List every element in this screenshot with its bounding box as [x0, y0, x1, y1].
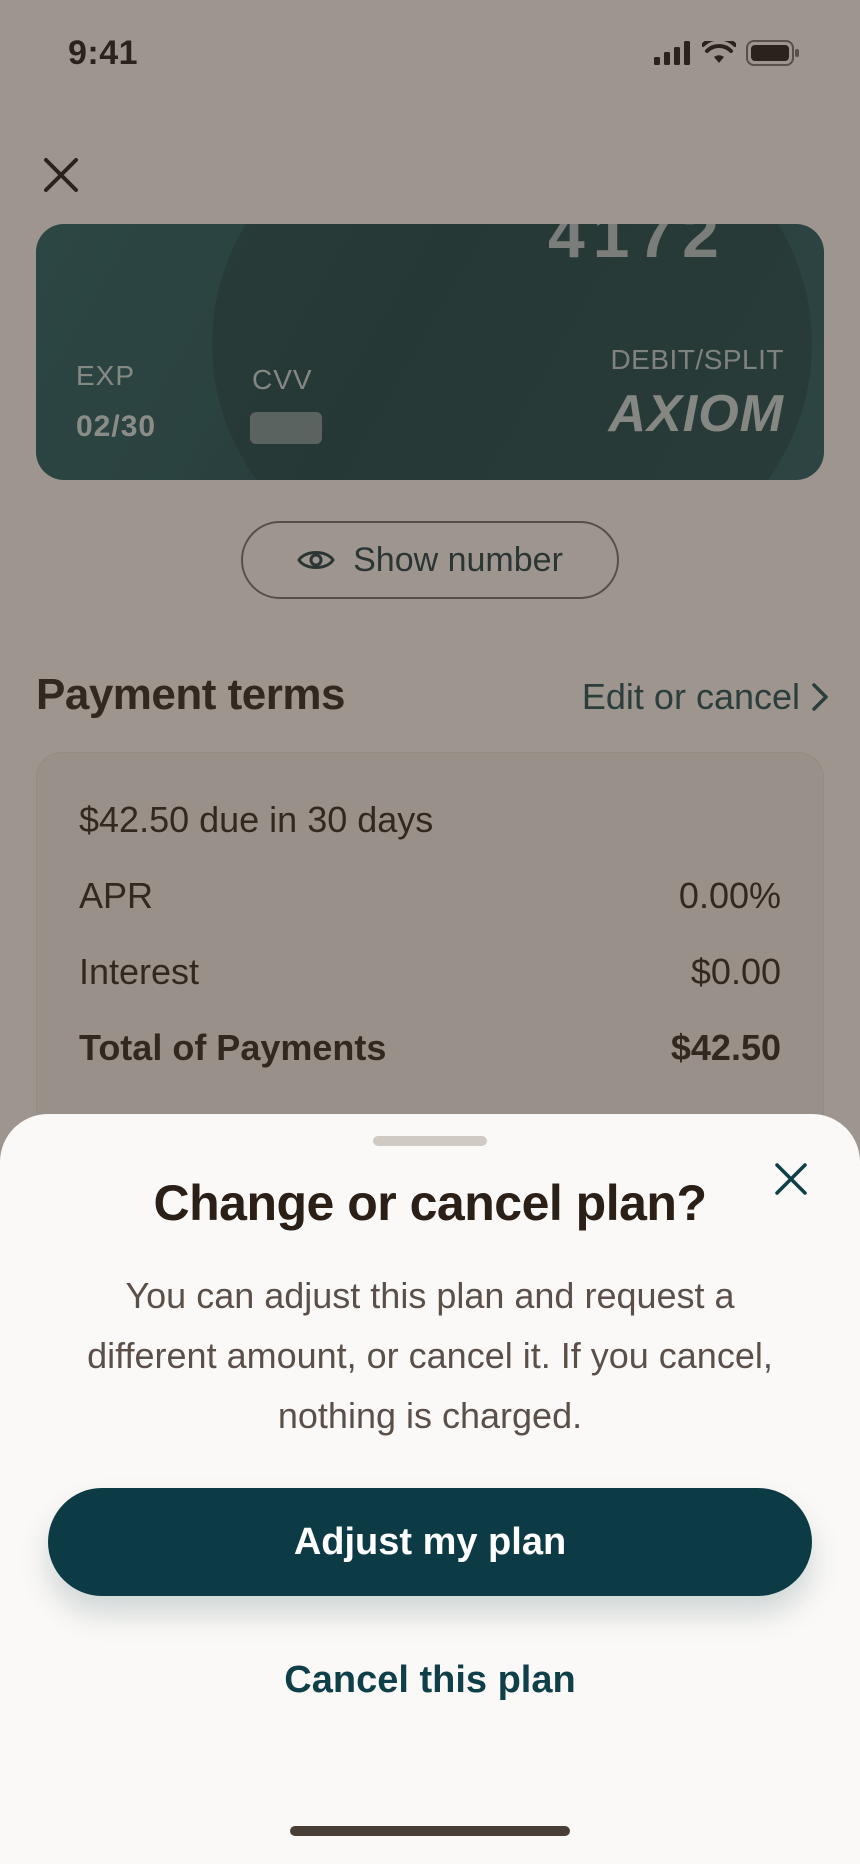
- sheet-body-text: You can adjust this plan and request a d…: [87, 1275, 773, 1436]
- cancel-plan-button[interactable]: Cancel this plan: [230, 1640, 630, 1720]
- adjust-plan-button[interactable]: Adjust my plan: [48, 1488, 812, 1596]
- change-cancel-sheet: Change or cancel plan? You can adjust th…: [0, 1114, 860, 1864]
- sheet-title: Change or cancel plan?: [153, 1175, 707, 1231]
- home-indicator: [290, 1826, 570, 1836]
- card-details-screen: 9:41 4172 EXP 02/30 CVV DEBIT/SPLIT AXIO…: [0, 0, 860, 1864]
- sheet-grabber[interactable]: [373, 1136, 487, 1146]
